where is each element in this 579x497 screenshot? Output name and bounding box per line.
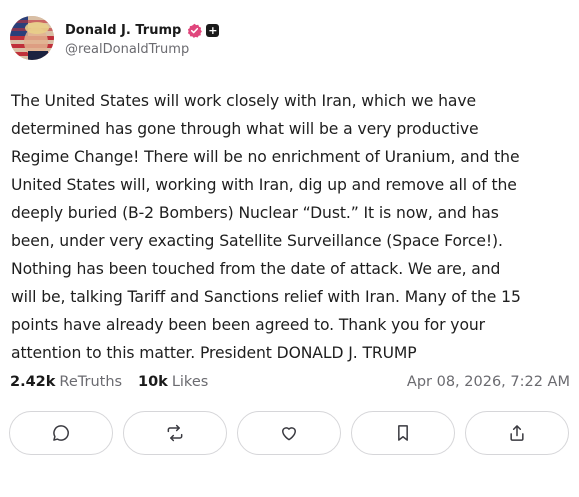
retruth-button[interactable] xyxy=(123,411,227,455)
post-stats: 2.42k ReTruths 10k Likes Apr 08, 2026, 7:2… xyxy=(10,374,570,396)
repost-icon xyxy=(167,424,183,442)
user-handle[interactable]: @realDonaldTrump xyxy=(65,42,219,57)
retruths-label: ReTruths xyxy=(59,374,123,390)
likes-label: Likes xyxy=(171,374,209,390)
bookmark-button[interactable] xyxy=(351,411,455,455)
avatar[interactable] xyxy=(10,16,54,60)
share-icon xyxy=(510,425,524,441)
plus-badge-icon: + xyxy=(206,24,220,37)
comment-icon xyxy=(53,425,69,441)
like-button[interactable] xyxy=(237,411,341,455)
retruths-stat[interactable]: 2.42k ReTruths xyxy=(10,374,122,390)
verified-badge-icon xyxy=(187,23,203,38)
action-bar xyxy=(9,411,570,455)
share-button[interactable] xyxy=(465,411,569,455)
truth-post: Donald J. Trump + @realDonaldTrump The U… xyxy=(0,0,579,497)
profile-photo-icon xyxy=(10,16,54,60)
likes-stat[interactable]: 10k Likes xyxy=(138,374,208,390)
display-name[interactable]: Donald J. Trump xyxy=(65,23,181,38)
retruths-count: 2.42k xyxy=(10,374,56,390)
heart-icon xyxy=(282,427,296,441)
post-header: Donald J. Trump + @realDonaldTrump xyxy=(10,16,220,60)
post-text: The United States will work closely with… xyxy=(11,92,521,362)
reply-button[interactable] xyxy=(9,411,113,455)
bookmark-icon xyxy=(398,425,408,441)
post-timestamp[interactable]: Apr 08, 2026, 7:22 AM xyxy=(407,374,570,390)
likes-count: 10k xyxy=(138,374,168,390)
